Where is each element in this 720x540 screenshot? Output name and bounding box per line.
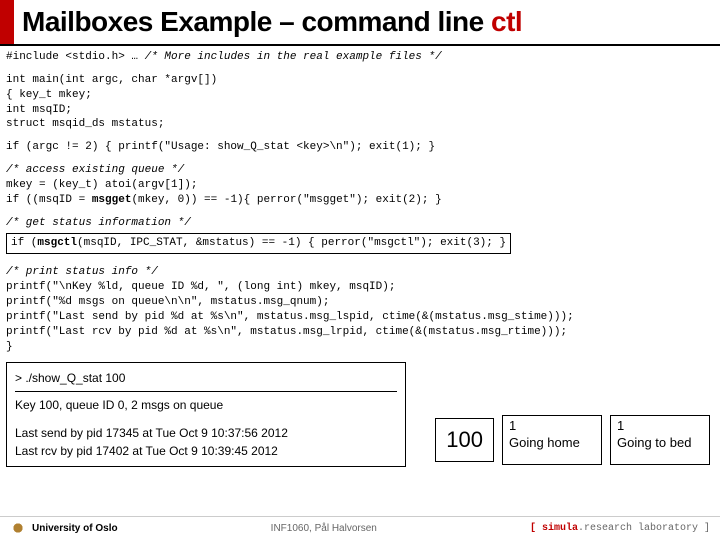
- code-line: struct msqid_ds mstatus;: [6, 117, 714, 132]
- code-line: { key_t mkey;: [6, 88, 714, 103]
- code-line: printf("%d msgs on queue\n\n", mstatus.m…: [6, 295, 714, 310]
- code-line: printf("Last send by pid %d at %s\n", ms…: [6, 310, 714, 325]
- code-line: int main(int argc, char *argv[]): [6, 73, 714, 88]
- code-comment: /* access existing queue */: [6, 163, 714, 178]
- code-line: }: [6, 340, 714, 355]
- code-line: (mkey, 0)) == -1){ perror("msgget"); exi…: [131, 194, 441, 206]
- simula-label: [ simula: [530, 523, 578, 534]
- terminal-output: > ./show_Q_stat 100 Key 100, queue ID 0,…: [6, 362, 406, 467]
- queue-message-2: 1 Going to bed: [610, 415, 710, 465]
- output-line: Last send by pid 17345 at Tue Oct 9 10:3…: [15, 424, 397, 442]
- output-line: Last rcv by pid 17402 at Tue Oct 9 10:39…: [15, 442, 397, 460]
- footer-right: [ simula.research laboratory ]: [530, 523, 710, 534]
- code-comment: /* print status info */: [6, 265, 714, 280]
- output-line: Key 100, queue ID 0, 2 msgs on queue: [15, 396, 397, 414]
- title-accent-word: ctl: [491, 6, 522, 37]
- msg-text: Going to bed: [617, 435, 703, 452]
- code-line: printf("Last rcv by pid %d at %s\n", mst…: [6, 325, 714, 340]
- slide-footer: University of Oslo INF1060, Pål Halvorse…: [0, 516, 720, 536]
- fn-msgget: msgget: [92, 194, 132, 206]
- terminal-command: > ./show_Q_stat 100: [15, 369, 397, 392]
- lab-label: .research laboratory ]: [578, 523, 710, 534]
- university-crest-icon: [10, 520, 26, 536]
- title-main: Mailboxes Example – command line: [22, 6, 491, 37]
- msg-text: Going home: [509, 435, 595, 452]
- code-line: mkey = (key_t) atoi(argv[1]);: [6, 178, 714, 193]
- code-line: if ((msqID =: [6, 194, 92, 206]
- queue-key-box: 100: [435, 418, 494, 462]
- code-line: if (: [11, 237, 37, 249]
- code-comment: /* More includes in the real example fil…: [145, 51, 442, 63]
- code-line: printf("\nKey %ld, queue ID %d, ", (long…: [6, 280, 714, 295]
- msg-priority: 1: [509, 418, 595, 435]
- title-bar: Mailboxes Example – command line ctl: [0, 0, 720, 46]
- footer-center: INF1060, Pål Halvorsen: [271, 523, 377, 534]
- code-line: int msqID;: [6, 103, 714, 118]
- title-accent: [0, 0, 14, 44]
- msg-priority: 1: [617, 418, 703, 435]
- code-listing: #include <stdio.h> … /* More includes in…: [0, 46, 720, 354]
- code-line: #include <stdio.h> …: [6, 51, 145, 63]
- slide-title: Mailboxes Example – command line ctl: [22, 6, 522, 38]
- fn-msgctl: msgctl: [37, 237, 77, 249]
- code-line: (msqID, IPC_STAT, &mstatus) == -1) { per…: [77, 237, 506, 249]
- queue-message-1: 1 Going home: [502, 415, 602, 465]
- footer-left: University of Oslo: [10, 520, 118, 536]
- university-name: University of Oslo: [32, 523, 118, 534]
- highlighted-code: if (msgctl(msqID, IPC_STAT, &mstatus) ==…: [6, 233, 511, 254]
- queue-diagram: 100 1 Going home 1 Going to bed: [435, 415, 710, 465]
- code-line: if (argc != 2) { printf("Usage: show_Q_s…: [6, 140, 714, 155]
- code-comment: /* get status information */: [6, 216, 714, 231]
